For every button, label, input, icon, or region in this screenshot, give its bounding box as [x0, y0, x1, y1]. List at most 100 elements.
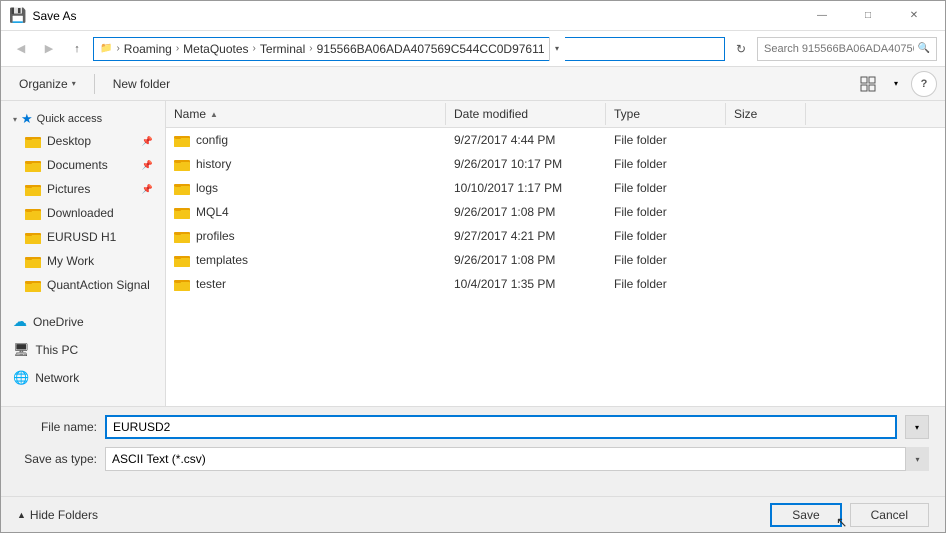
sidebar-item-onedrive[interactable]: ☁ OneDrive — [1, 309, 165, 334]
folder-icon — [174, 133, 190, 147]
header-name[interactable]: Name ▲ — [166, 103, 446, 125]
file-date-cell: 10/10/2017 1:17 PM — [446, 178, 606, 198]
breadcrumb-roaming[interactable]: Roaming — [124, 42, 172, 56]
file-name-cell: config — [166, 130, 446, 150]
sidebar-item-pictures-label: Pictures — [47, 182, 90, 196]
hide-folders-label: Hide Folders — [30, 508, 98, 522]
folder-icon — [174, 205, 190, 219]
new-folder-button[interactable]: New folder — [103, 71, 180, 97]
breadcrumb-sep1: › — [116, 43, 119, 54]
quick-access-header[interactable]: ▾ ★ Quick access — [1, 105, 165, 129]
forward-button[interactable]: ▶ — [37, 37, 61, 61]
table-row[interactable]: logs 10/10/2017 1:17 PM File folder — [166, 176, 945, 200]
sidebar-item-pictures[interactable]: Pictures 📌 — [1, 177, 165, 201]
sidebar-item-quantaction[interactable]: QuantAction Signal — [1, 273, 165, 297]
sidebar-item-network[interactable]: 🌐 Network — [1, 366, 165, 390]
table-row[interactable]: profiles 9/27/2017 4:21 PM File folder — [166, 224, 945, 248]
cursor-icon: ↖ — [836, 514, 848, 531]
organize-button[interactable]: Organize ▾ — [9, 71, 86, 97]
refresh-button[interactable]: ↻ — [729, 37, 753, 61]
thispc-icon: 🖥 — [13, 342, 30, 358]
header-size[interactable]: Size — [726, 103, 806, 125]
sidebar-item-mywork-label: My Work — [47, 254, 94, 268]
savetype-wrapper: ASCII Text (*.csv) ▾ — [105, 447, 929, 471]
back-button[interactable]: ◀ — [9, 37, 33, 61]
table-row[interactable]: tester 10/4/2017 1:35 PM File folder — [166, 272, 945, 296]
breadcrumb-icon: 📁 — [100, 43, 112, 54]
view-button[interactable] — [855, 71, 881, 97]
mywork-folder-icon — [25, 253, 41, 269]
filename-label: File name: — [17, 420, 97, 434]
address-dropdown-button[interactable]: ▾ — [549, 37, 565, 61]
file-name-cell: MQL4 — [166, 202, 446, 222]
address-box[interactable]: 📁 › Roaming › MetaQuotes › Terminal › 91… — [93, 37, 725, 61]
window-icon: 💾 — [9, 7, 26, 24]
view-dropdown-button[interactable]: ▾ — [883, 71, 909, 97]
file-size-cell — [726, 281, 806, 287]
header-type[interactable]: Type — [606, 103, 726, 125]
savetype-select[interactable]: ASCII Text (*.csv) — [105, 447, 929, 471]
onedrive-icon: ☁ — [13, 313, 27, 330]
breadcrumb-metaquotes[interactable]: MetaQuotes — [183, 42, 248, 56]
eurusd-folder-icon — [25, 229, 41, 245]
quick-access-section: ▾ ★ Quick access Desktop 📌 Documents — [1, 105, 165, 297]
search-input[interactable] — [764, 43, 914, 55]
chevron-up-icon: ▲ — [17, 510, 26, 520]
save-button[interactable]: Save ↖ — [770, 503, 841, 527]
sidebar-item-desktop-label: Desktop — [47, 134, 91, 148]
file-size-cell — [726, 161, 806, 167]
organize-chevron-icon: ▾ — [72, 79, 76, 88]
quick-access-label: Quick access — [37, 113, 102, 125]
table-row[interactable]: history 9/26/2017 10:17 PM File folder — [166, 152, 945, 176]
window-title: Save As — [32, 9, 76, 23]
sidebar-item-documents[interactable]: Documents 📌 — [1, 153, 165, 177]
savetype-row: Save as type: ASCII Text (*.csv) ▾ — [17, 447, 929, 471]
toolbar-separator — [94, 74, 95, 94]
table-row[interactable]: templates 9/26/2017 1:08 PM File folder — [166, 248, 945, 272]
file-list-header: Name ▲ Date modified Type Size — [166, 101, 945, 128]
folder-icon — [174, 253, 190, 267]
header-date-label: Date modified — [454, 107, 528, 121]
filename-dropdown-button[interactable]: ▾ — [905, 415, 929, 439]
breadcrumb-terminal[interactable]: Terminal — [260, 42, 305, 56]
sidebar-item-eurusd[interactable]: EURUSD H1 — [1, 225, 165, 249]
sidebar: ▾ ★ Quick access Desktop 📌 Documents — [1, 101, 166, 406]
header-name-label: Name — [174, 107, 206, 121]
file-size-cell — [726, 209, 806, 215]
file-date-cell: 9/27/2017 4:21 PM — [446, 226, 606, 246]
table-row[interactable]: config 9/27/2017 4:44 PM File folder — [166, 128, 945, 152]
sidebar-item-network-label: Network — [35, 371, 79, 385]
filename-input[interactable] — [105, 415, 897, 439]
file-name-cell: logs — [166, 178, 446, 198]
breadcrumb-id[interactable]: 915566BA06ADA407569C544CC0D97611 — [317, 42, 545, 56]
sidebar-item-thispc[interactable]: 🖥 This PC — [1, 338, 165, 362]
file-date-cell: 9/26/2017 10:17 PM — [446, 154, 606, 174]
file-type-cell: File folder — [606, 178, 726, 198]
sidebar-item-mywork[interactable]: My Work — [1, 249, 165, 273]
help-button[interactable]: ? — [911, 71, 937, 97]
folder-icon — [174, 157, 190, 171]
file-size-cell — [726, 257, 806, 263]
file-name-cell: profiles — [166, 226, 446, 246]
organize-label: Organize — [19, 77, 68, 91]
hide-folders-button[interactable]: ▲ Hide Folders — [17, 508, 98, 522]
pin-icon-documents: 📌 — [142, 160, 153, 171]
maximize-button[interactable]: □ — [845, 1, 891, 31]
pictures-folder-icon — [25, 181, 41, 197]
filename-row: File name: ▾ — [17, 415, 929, 439]
footer-buttons: Save ↖ Cancel — [770, 503, 929, 527]
table-row[interactable]: MQL4 9/26/2017 1:08 PM File folder — [166, 200, 945, 224]
sidebar-item-downloaded[interactable]: Downloaded — [1, 201, 165, 225]
minimize-button[interactable]: ― — [799, 1, 845, 31]
search-box[interactable]: 🔍 — [757, 37, 937, 61]
sidebar-item-desktop[interactable]: Desktop 📌 — [1, 129, 165, 153]
file-type-cell: File folder — [606, 202, 726, 222]
sidebar-item-documents-label: Documents — [47, 158, 108, 172]
folder-icon — [174, 181, 190, 195]
bottom-form: File name: ▾ Save as type: ASCII Text (*… — [1, 406, 945, 496]
pin-icon-pictures: 📌 — [142, 184, 153, 195]
cancel-button[interactable]: Cancel — [850, 503, 929, 527]
header-date[interactable]: Date modified — [446, 103, 606, 125]
up-button[interactable]: ↑ — [65, 37, 89, 61]
close-button[interactable]: ✕ — [891, 1, 937, 31]
